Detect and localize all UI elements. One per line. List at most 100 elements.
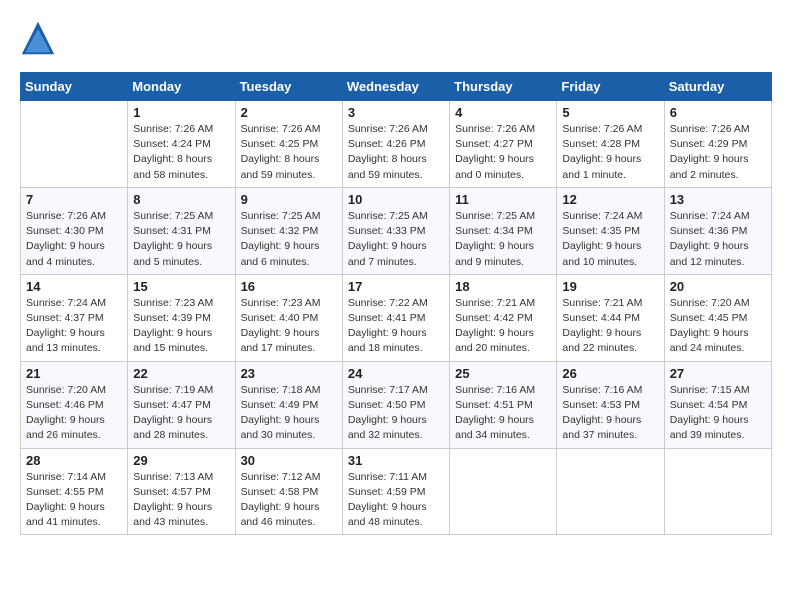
cell-info: Sunrise: 7:16 AMSunset: 4:53 PMDaylight:… bbox=[562, 383, 658, 444]
day-number: 18 bbox=[455, 279, 551, 294]
cell-info: Sunrise: 7:14 AMSunset: 4:55 PMDaylight:… bbox=[26, 470, 122, 531]
day-number: 13 bbox=[670, 192, 766, 207]
calendar-cell: 16 Sunrise: 7:23 AMSunset: 4:40 PMDayligh… bbox=[235, 274, 342, 361]
calendar-cell: 8 Sunrise: 7:25 AMSunset: 4:31 PMDaylight… bbox=[128, 187, 235, 274]
day-number: 20 bbox=[670, 279, 766, 294]
cell-info: Sunrise: 7:25 AMSunset: 4:34 PMDaylight:… bbox=[455, 209, 551, 270]
cell-info: Sunrise: 7:19 AMSunset: 4:47 PMDaylight:… bbox=[133, 383, 229, 444]
day-number: 5 bbox=[562, 105, 658, 120]
day-number: 24 bbox=[348, 366, 444, 381]
cell-info: Sunrise: 7:26 AMSunset: 4:28 PMDaylight:… bbox=[562, 122, 658, 183]
calendar-cell: 11 Sunrise: 7:25 AMSunset: 4:34 PMDayligh… bbox=[450, 187, 557, 274]
day-number: 15 bbox=[133, 279, 229, 294]
weekday-header-saturday: Saturday bbox=[664, 73, 771, 101]
weekday-header-monday: Monday bbox=[128, 73, 235, 101]
day-number: 6 bbox=[670, 105, 766, 120]
day-number: 30 bbox=[241, 453, 337, 468]
calendar-week-row: 21 Sunrise: 7:20 AMSunset: 4:46 PMDayligh… bbox=[21, 361, 772, 448]
cell-info: Sunrise: 7:20 AMSunset: 4:45 PMDaylight:… bbox=[670, 296, 766, 357]
calendar-week-row: 1 Sunrise: 7:26 AMSunset: 4:24 PMDaylight… bbox=[21, 101, 772, 188]
day-number: 31 bbox=[348, 453, 444, 468]
calendar-cell: 6 Sunrise: 7:26 AMSunset: 4:29 PMDaylight… bbox=[664, 101, 771, 188]
day-number: 26 bbox=[562, 366, 658, 381]
cell-info: Sunrise: 7:21 AMSunset: 4:44 PMDaylight:… bbox=[562, 296, 658, 357]
calendar-cell: 22Sunrise: 7:19 AMSunset: 4:47 PMDayligh… bbox=[128, 361, 235, 448]
day-number: 12 bbox=[562, 192, 658, 207]
cell-info: Sunrise: 7:23 AMSunset: 4:39 PMDaylight:… bbox=[133, 296, 229, 357]
calendar-cell: 20 Sunrise: 7:20 AMSunset: 4:45 PMDayligh… bbox=[664, 274, 771, 361]
day-number: 23 bbox=[241, 366, 337, 381]
calendar-cell: 17Sunrise: 7:22 AMSunset: 4:41 PMDayligh… bbox=[342, 274, 449, 361]
day-number: 16 bbox=[241, 279, 337, 294]
calendar-cell: 9 Sunrise: 7:25 AMSunset: 4:32 PMDaylight… bbox=[235, 187, 342, 274]
calendar-cell: 14 Sunrise: 7:24 AMSunset: 4:37 PMDayligh… bbox=[21, 274, 128, 361]
calendar-cell: 23 Sunrise: 7:18 AMSunset: 4:49 PMDayligh… bbox=[235, 361, 342, 448]
weekday-header-wednesday: Wednesday bbox=[342, 73, 449, 101]
logo bbox=[20, 20, 60, 56]
calendar-cell: 15 Sunrise: 7:23 AMSunset: 4:39 PMDayligh… bbox=[128, 274, 235, 361]
weekday-header-row: SundayMondayTuesdayWednesdayThursdayFrid… bbox=[21, 73, 772, 101]
calendar-cell: 3Sunrise: 7:26 AMSunset: 4:26 PMDaylight… bbox=[342, 101, 449, 188]
cell-info: Sunrise: 7:26 AMSunset: 4:27 PMDaylight:… bbox=[455, 122, 551, 183]
day-number: 10 bbox=[348, 192, 444, 207]
cell-info: Sunrise: 7:22 AMSunset: 4:41 PMDaylight:… bbox=[348, 296, 444, 357]
cell-info: Sunrise: 7:26 AMSunset: 4:24 PMDaylight:… bbox=[133, 122, 229, 183]
day-number: 19 bbox=[562, 279, 658, 294]
calendar-cell: 19 Sunrise: 7:21 AMSunset: 4:44 PMDayligh… bbox=[557, 274, 664, 361]
cell-info: Sunrise: 7:18 AMSunset: 4:49 PMDaylight:… bbox=[241, 383, 337, 444]
logo-icon bbox=[20, 20, 56, 56]
calendar-cell: 13Sunrise: 7:24 AMSunset: 4:36 PMDayligh… bbox=[664, 187, 771, 274]
calendar-cell: 26 Sunrise: 7:16 AMSunset: 4:53 PMDayligh… bbox=[557, 361, 664, 448]
cell-info: Sunrise: 7:17 AMSunset: 4:50 PMDaylight:… bbox=[348, 383, 444, 444]
day-number: 11 bbox=[455, 192, 551, 207]
cell-info: Sunrise: 7:20 AMSunset: 4:46 PMDaylight:… bbox=[26, 383, 122, 444]
calendar-cell: 31 Sunrise: 7:11 AMSunset: 4:59 PMDayligh… bbox=[342, 448, 449, 535]
cell-info: Sunrise: 7:26 AMSunset: 4:25 PMDaylight:… bbox=[241, 122, 337, 183]
calendar-cell: 30 Sunrise: 7:12 AMSunset: 4:58 PMDayligh… bbox=[235, 448, 342, 535]
cell-info: Sunrise: 7:25 AMSunset: 4:33 PMDaylight:… bbox=[348, 209, 444, 270]
day-number: 28 bbox=[26, 453, 122, 468]
cell-info: Sunrise: 7:24 AMSunset: 4:37 PMDaylight:… bbox=[26, 296, 122, 357]
header bbox=[20, 20, 772, 56]
day-number: 1 bbox=[133, 105, 229, 120]
calendar-week-row: 14 Sunrise: 7:24 AMSunset: 4:37 PMDayligh… bbox=[21, 274, 772, 361]
day-number: 9 bbox=[241, 192, 337, 207]
weekday-header-tuesday: Tuesday bbox=[235, 73, 342, 101]
day-number: 4 bbox=[455, 105, 551, 120]
cell-info: Sunrise: 7:26 AMSunset: 4:30 PMDaylight:… bbox=[26, 209, 122, 270]
calendar-week-row: 28 Sunrise: 7:14 AMSunset: 4:55 PMDayligh… bbox=[21, 448, 772, 535]
day-number: 25 bbox=[455, 366, 551, 381]
calendar-week-row: 7Sunrise: 7:26 AMSunset: 4:30 PMDaylight… bbox=[21, 187, 772, 274]
calendar-cell: 10 Sunrise: 7:25 AMSunset: 4:33 PMDayligh… bbox=[342, 187, 449, 274]
day-number: 14 bbox=[26, 279, 122, 294]
cell-info: Sunrise: 7:23 AMSunset: 4:40 PMDaylight:… bbox=[241, 296, 337, 357]
weekday-header-sunday: Sunday bbox=[21, 73, 128, 101]
calendar-cell: 29Sunrise: 7:13 AMSunset: 4:57 PMDayligh… bbox=[128, 448, 235, 535]
calendar-cell: 4 Sunrise: 7:26 AMSunset: 4:27 PMDaylight… bbox=[450, 101, 557, 188]
calendar-cell: 24 Sunrise: 7:17 AMSunset: 4:50 PMDayligh… bbox=[342, 361, 449, 448]
cell-info: Sunrise: 7:15 AMSunset: 4:54 PMDaylight:… bbox=[670, 383, 766, 444]
day-number: 21 bbox=[26, 366, 122, 381]
cell-info: Sunrise: 7:12 AMSunset: 4:58 PMDaylight:… bbox=[241, 470, 337, 531]
calendar-cell: 27 Sunrise: 7:15 AMSunset: 4:54 PMDayligh… bbox=[664, 361, 771, 448]
cell-info: Sunrise: 7:11 AMSunset: 4:59 PMDaylight:… bbox=[348, 470, 444, 531]
weekday-header-thursday: Thursday bbox=[450, 73, 557, 101]
cell-info: Sunrise: 7:24 AMSunset: 4:35 PMDaylight:… bbox=[562, 209, 658, 270]
calendar-cell: 12 Sunrise: 7:24 AMSunset: 4:35 PMDayligh… bbox=[557, 187, 664, 274]
cell-info: Sunrise: 7:26 AMSunset: 4:26 PMDaylight:… bbox=[348, 122, 444, 183]
day-number: 8 bbox=[133, 192, 229, 207]
day-number: 2 bbox=[241, 105, 337, 120]
cell-info: Sunrise: 7:26 AMSunset: 4:29 PMDaylight:… bbox=[670, 122, 766, 183]
calendar-cell: 5 Sunrise: 7:26 AMSunset: 4:28 PMDaylight… bbox=[557, 101, 664, 188]
calendar-table: SundayMondayTuesdayWednesdayThursdayFrid… bbox=[20, 72, 772, 535]
calendar-cell bbox=[450, 448, 557, 535]
calendar-cell: 28 Sunrise: 7:14 AMSunset: 4:55 PMDayligh… bbox=[21, 448, 128, 535]
calendar-cell: 2 Sunrise: 7:26 AMSunset: 4:25 PMDaylight… bbox=[235, 101, 342, 188]
calendar-cell bbox=[664, 448, 771, 535]
day-number: 27 bbox=[670, 366, 766, 381]
cell-info: Sunrise: 7:21 AMSunset: 4:42 PMDaylight:… bbox=[455, 296, 551, 357]
calendar-cell: 18 Sunrise: 7:21 AMSunset: 4:42 PMDayligh… bbox=[450, 274, 557, 361]
calendar-cell: 1 Sunrise: 7:26 AMSunset: 4:24 PMDaylight… bbox=[128, 101, 235, 188]
cell-info: Sunrise: 7:25 AMSunset: 4:31 PMDaylight:… bbox=[133, 209, 229, 270]
cell-info: Sunrise: 7:25 AMSunset: 4:32 PMDaylight:… bbox=[241, 209, 337, 270]
